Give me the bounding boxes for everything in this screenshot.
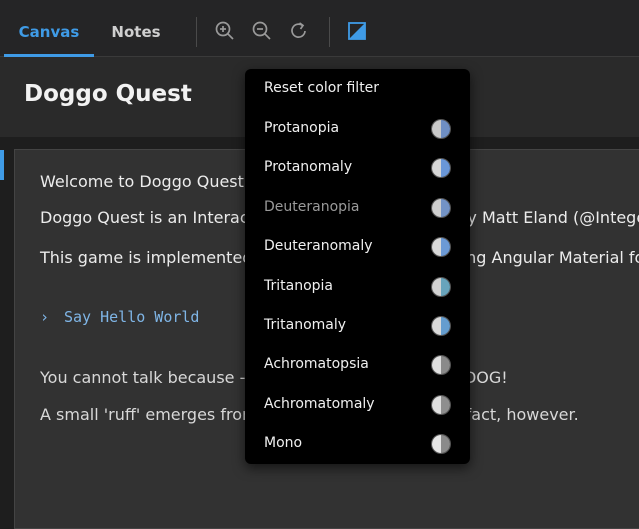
menu-item-deuteranopia[interactable]: Deuteranopia <box>245 189 470 227</box>
menu-item-tritanopia[interactable]: Tritanopia <box>245 268 470 306</box>
tab-canvas[interactable]: Canvas <box>4 0 94 57</box>
color-swatch-icon <box>431 197 451 218</box>
menu-item-label: Protanopia <box>264 120 340 136</box>
menu-item-achromatopsia[interactable]: Achromatopsia <box>245 346 470 384</box>
reset-zoom-icon[interactable] <box>288 20 310 42</box>
color-swatch-icon <box>431 355 451 376</box>
menu-item-label: Reset color filter <box>264 80 380 96</box>
color-filter-menu: Reset color filter Protanopia Protanomaly… <box>245 69 470 464</box>
player-command: › Say Hello World <box>40 308 199 326</box>
color-swatch-icon <box>431 394 451 415</box>
menu-item-reset-color-filter[interactable]: Reset color filter <box>245 70 470 108</box>
menu-item-label: Achromatomaly <box>264 395 375 412</box>
color-swatch-icon <box>431 316 451 336</box>
top-tab-bar: Canvas Notes <box>0 0 639 57</box>
menu-item-deuteranomaly[interactable]: Deuteranomaly <box>245 228 470 266</box>
color-swatch-icon <box>431 237 451 258</box>
menu-item-label: Tritanomaly <box>264 317 347 333</box>
zoom-out-icon[interactable] <box>251 20 273 42</box>
menu-item-protanomaly[interactable]: Protanomaly <box>245 149 470 187</box>
tab-notes[interactable]: Notes <box>96 0 176 57</box>
menu-item-label: Deuteranopia <box>264 198 360 215</box>
toolbar-divider <box>329 17 330 47</box>
chevron-right-icon: › <box>40 308 50 326</box>
menu-item-label: Protanomaly <box>264 159 353 176</box>
toolbar-divider <box>196 17 197 47</box>
color-swatch-icon <box>431 119 451 139</box>
color-swatch-icon <box>431 434 451 455</box>
color-swatch-icon <box>431 158 451 179</box>
story-text: Welcome to Doggo Quest! <box>40 172 251 191</box>
zoom-in-icon[interactable] <box>214 20 236 42</box>
menu-item-label: Achromatopsia <box>264 356 369 373</box>
color-filter-icon[interactable] <box>346 20 368 42</box>
menu-item-mono[interactable]: Mono <box>245 425 470 463</box>
menu-item-label: Deuteranomaly <box>264 238 373 255</box>
command-text: Say Hello World <box>64 308 200 326</box>
menu-item-protanopia[interactable]: Protanopia <box>245 110 470 148</box>
menu-item-achromatomaly[interactable]: Achromatomaly <box>245 386 470 424</box>
color-swatch-icon <box>431 276 451 297</box>
page-title: Doggo Quest <box>24 81 192 107</box>
menu-item-tritanomaly[interactable]: Tritanomaly <box>245 307 470 345</box>
menu-item-label: Tritanopia <box>264 277 334 294</box>
active-indicator <box>0 150 4 180</box>
menu-item-label: Mono <box>264 435 303 452</box>
